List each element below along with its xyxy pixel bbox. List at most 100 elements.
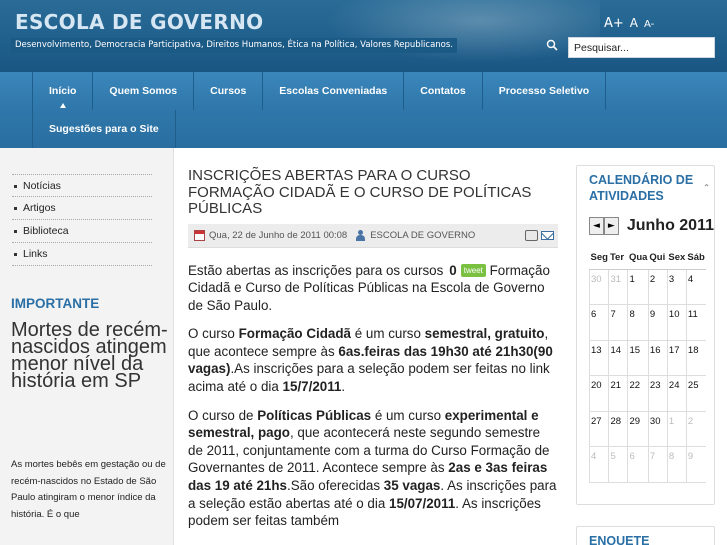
calendar-day[interactable]: 11: [685, 304, 706, 341]
article-meta: Qua, 22 de Junho de 2011 00:08 ESCOLA DE…: [188, 223, 558, 248]
calendar-day[interactable]: 4: [588, 446, 609, 483]
calendar-day[interactable]: 14: [608, 340, 628, 376]
calendar-day[interactable]: 4: [685, 269, 706, 305]
calendar-day[interactable]: 24: [666, 375, 687, 412]
article-author: ESCOLA DE GOVERNO: [370, 229, 476, 241]
calendar-header: ◄ ► Junho 2011: [589, 216, 714, 236]
text-run: semestral, gratuito: [424, 326, 545, 342]
calendar-day[interactable]: 22: [627, 375, 649, 412]
calendar-day[interactable]: 31: [608, 269, 628, 305]
calendar-week: 20 21 22 23 24 25: [588, 375, 706, 412]
article: INSCRIÇÕES ABERTAS PARA O CURSO FORMAÇÃO…: [188, 167, 558, 541]
poll-title: ENQUETE: [589, 534, 650, 545]
print-icon[interactable]: [525, 229, 538, 241]
calendar-week: 27 28 29 30 1 2: [588, 411, 706, 447]
calendar-module: CALENDÁRIO DE ATIVIDADES ⌃ ◄ ► Junho 2011…: [576, 165, 715, 505]
text-run: Formação Cidadã: [238, 326, 351, 342]
nav-item-processo-seletivo[interactable]: Processo Seletivo: [483, 72, 607, 110]
nav-item-escolas-conveniadas[interactable]: Escolas Conveniadas: [263, 72, 405, 110]
important-summary: As mortes bebês em gestação ou de recém-…: [11, 459, 166, 520]
text-run: 35 vagas: [383, 478, 441, 494]
weekday-label: Qui: [648, 247, 668, 270]
sidebar-item-artigos[interactable]: Artigos: [12, 197, 152, 220]
main-nav: Início Quem Somos Cursos Escolas Conveni…: [0, 72, 727, 148]
calendar-day[interactable]: 6: [588, 304, 609, 341]
calendar-day[interactable]: 21: [608, 375, 628, 412]
calendar-day[interactable]: 30: [588, 269, 609, 305]
text-run: 15/7/2011: [282, 379, 342, 395]
nav-item-contatos[interactable]: Contatos: [404, 72, 483, 110]
calendar-day[interactable]: 3: [666, 269, 687, 305]
calendar-day[interactable]: 15: [627, 340, 649, 376]
text-run: é um curso: [350, 326, 425, 342]
page: ESCOLA DE GOVERNO Desenvolvimento, Democ…: [0, 0, 727, 545]
tweet-button[interactable]: tweet: [460, 263, 486, 277]
sidebar-item-label: Links: [23, 248, 48, 260]
calendar-day[interactable]: 1: [666, 411, 687, 447]
email-icon[interactable]: [541, 230, 554, 240]
calendar-day[interactable]: 20: [588, 375, 609, 412]
calendar-widget: ◄ ► Junho 2011 Seg Ter Qua Qui Sex Sáb 30 31 1 2…: [577, 208, 714, 504]
user-icon: [355, 229, 366, 241]
calendar-day[interactable]: 18: [685, 340, 706, 376]
article-paragraph: Estão abertas as inscrições para os curs…: [188, 262, 558, 315]
sidebar-item-noticias[interactable]: Notícias: [12, 174, 152, 197]
font-default-button[interactable]: A: [630, 16, 638, 30]
next-month-button[interactable]: ►: [603, 217, 619, 235]
left-sidebar: Notícias Artigos Biblioteca Links IMPORT…: [0, 148, 174, 545]
calendar-day[interactable]: 28: [608, 411, 628, 447]
calendar-day[interactable]: 7: [647, 446, 668, 483]
calendar-day[interactable]: 5: [608, 446, 628, 483]
calendar-day[interactable]: 1: [627, 269, 649, 305]
text-run: O curso de: [188, 407, 258, 423]
calendar-day[interactable]: 6: [627, 446, 649, 483]
calendar-day[interactable]: 2: [647, 269, 668, 305]
nav-item-sugestoes[interactable]: Sugestões para o Site: [32, 110, 176, 148]
nav-item-inicio[interactable]: Início: [32, 72, 94, 110]
site-title[interactable]: ESCOLA DE GOVERNO: [15, 10, 263, 34]
search-input[interactable]: [568, 37, 715, 58]
collapse-icon[interactable]: ⌃: [703, 180, 710, 196]
text-run: O curso: [188, 326, 239, 342]
calendar-day[interactable]: 17: [666, 340, 687, 376]
calendar-day[interactable]: 16: [647, 340, 668, 376]
calendar-day[interactable]: 9: [685, 446, 706, 483]
text-run: é um curso: [371, 407, 445, 423]
article-title: INSCRIÇÕES ABERTAS PARA O CURSO FORMAÇÃO…: [188, 167, 532, 217]
nav-item-cursos[interactable]: Cursos: [194, 72, 264, 110]
calendar-day[interactable]: 25: [685, 375, 706, 412]
article-paragraph: O curso Formação Cidadã é um curso semes…: [188, 325, 558, 395]
font-decrease-button[interactable]: A-: [644, 19, 654, 30]
calendar-day[interactable]: 29: [627, 411, 649, 447]
calendar-day[interactable]: 7: [608, 304, 628, 341]
calendar-grid: Seg Ter Qua Qui Sex Sáb 30 31 1 2 3 4 6 7 8 9 10 11 13 14 1…: [588, 247, 706, 483]
calendar-day[interactable]: 30: [647, 411, 668, 447]
calendar-day[interactable]: 9: [647, 304, 668, 341]
calendar-title-text: CALENDÁRIO DE ATIVIDADES: [589, 173, 694, 203]
calendar-day[interactable]: 23: [647, 375, 668, 412]
weekday-label: Qua: [627, 247, 649, 270]
text-run: .: [341, 379, 346, 395]
calendar-week: 13 14 15 16 17 18: [588, 340, 706, 376]
font-increase-button[interactable]: A+: [604, 16, 624, 31]
calendar-day[interactable]: 8: [627, 304, 649, 341]
nav-item-quem-somos[interactable]: Quem Somos: [93, 72, 195, 110]
important-headline[interactable]: Mortes de recém-nascidos atingem menor n…: [11, 320, 171, 391]
calendar-day[interactable]: 13: [588, 340, 609, 376]
sidebar-item-biblioteca[interactable]: Biblioteca: [12, 220, 152, 243]
text-run: Políticas Públicas: [257, 407, 372, 423]
site-header: ESCOLA DE GOVERNO Desenvolvimento, Democ…: [0, 0, 727, 72]
nav-row: Sugestões para o Site: [32, 110, 176, 148]
calendar-day[interactable]: 27: [588, 411, 609, 447]
prev-month-button[interactable]: ◄: [589, 217, 604, 235]
article-paragraph: O curso de Políticas Públicas é um curso…: [188, 407, 558, 530]
calendar-day[interactable]: 8: [666, 446, 687, 483]
sidebar-item-links[interactable]: Links: [12, 243, 152, 266]
calendar-day[interactable]: 10: [666, 304, 687, 341]
text-run: Estão abertas as inscrições para os curs…: [188, 262, 444, 278]
text-run: 15/07/2011: [389, 495, 456, 511]
article-body: Estão abertas as inscrições para os curs…: [188, 262, 558, 530]
sidebar-item-label: Biblioteca: [23, 225, 69, 237]
nav-row: Início Quem Somos Cursos Escolas Conveni…: [32, 72, 607, 110]
calendar-day[interactable]: 2: [685, 411, 706, 447]
